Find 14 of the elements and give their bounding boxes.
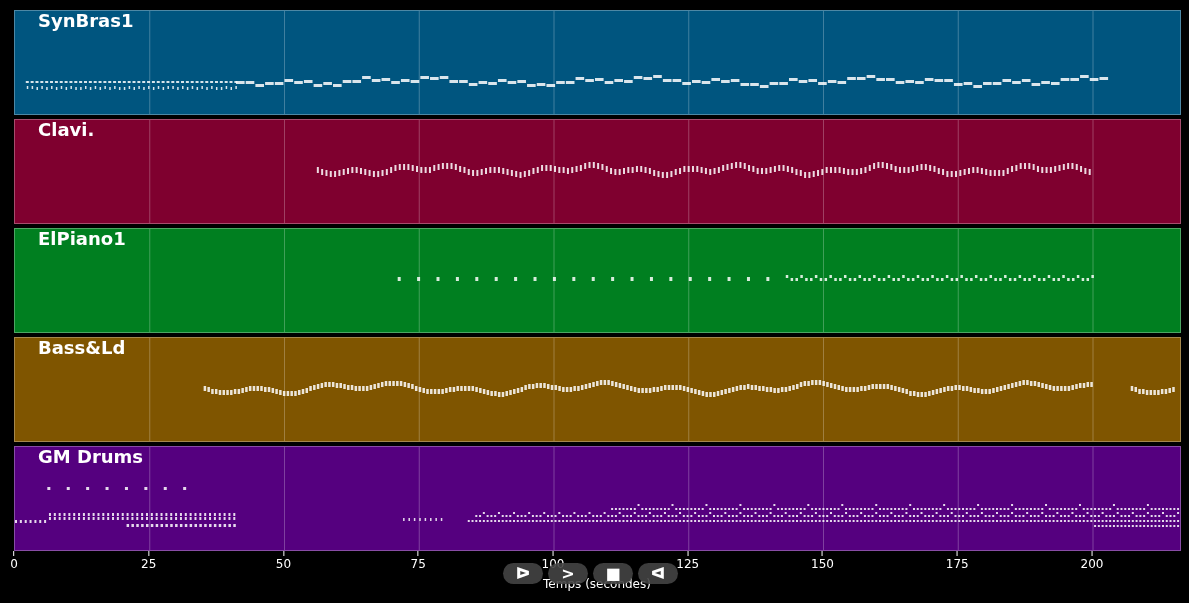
tick-label: 150 — [811, 556, 834, 572]
track-name: Bass&Ld — [38, 336, 126, 360]
tick-label: 200 — [1080, 556, 1104, 572]
tick-label: 75 — [410, 556, 426, 572]
tick-label: 175 — [945, 556, 969, 572]
track-name: ElPiano1 — [38, 227, 126, 251]
tick-label: 25 — [141, 556, 157, 572]
track-name: GM Drums — [38, 445, 144, 469]
tick-label: 0 — [10, 556, 18, 572]
tick-label: 125 — [676, 556, 700, 572]
track-name: SynBras1 — [38, 9, 134, 33]
player-button[interactable]: ᐅ — [503, 563, 543, 584]
tick-label: 50 — [275, 556, 292, 572]
track-name: Clavi. — [38, 118, 95, 142]
